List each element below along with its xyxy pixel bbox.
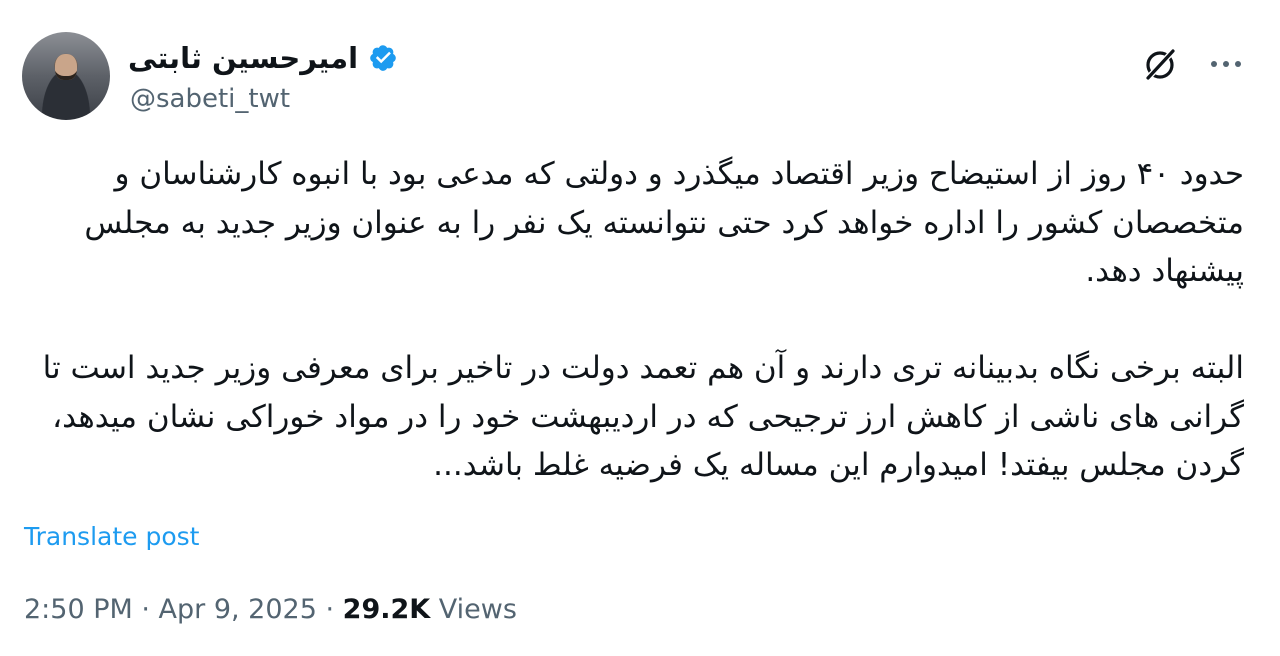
avatar[interactable] <box>22 32 110 120</box>
views-label: Views <box>430 594 517 625</box>
tweet-metadata: 2:50 PM · Apr 9, 2025 · 29.2K Views <box>24 594 517 625</box>
author-handle[interactable]: @sabeti_twt <box>130 84 290 114</box>
tweet-header: امیرحسین ثابتی @sabeti_twt <box>0 0 1280 130</box>
tweet-text: حدود ۴۰ روز از استیضاح وزیر اقتصاد میگذر… <box>14 150 1244 490</box>
meta-separator: · <box>132 594 159 625</box>
author-name[interactable]: امیرحسین ثابتی <box>128 41 358 75</box>
post-time[interactable]: 2:50 PM <box>24 594 133 625</box>
tweet-paragraph-1: حدود ۴۰ روز از استیضاح وزیر اقتصاد میگذر… <box>84 156 1244 289</box>
post-date[interactable]: Apr 9, 2025 <box>159 594 317 625</box>
translate-post-link[interactable]: Translate post <box>24 522 199 551</box>
meta-separator: · <box>316 594 343 625</box>
author-name-row: امیرحسین ثابتی <box>128 38 398 78</box>
verified-badge-icon <box>370 45 396 71</box>
tweet-paragraph-2: البته برخی نگاه بدبینانه تری دارند و آن … <box>42 350 1244 483</box>
grok-icon[interactable] <box>1140 44 1180 84</box>
more-options-icon[interactable] <box>1206 48 1246 80</box>
views-count: 29.2K <box>342 594 431 625</box>
